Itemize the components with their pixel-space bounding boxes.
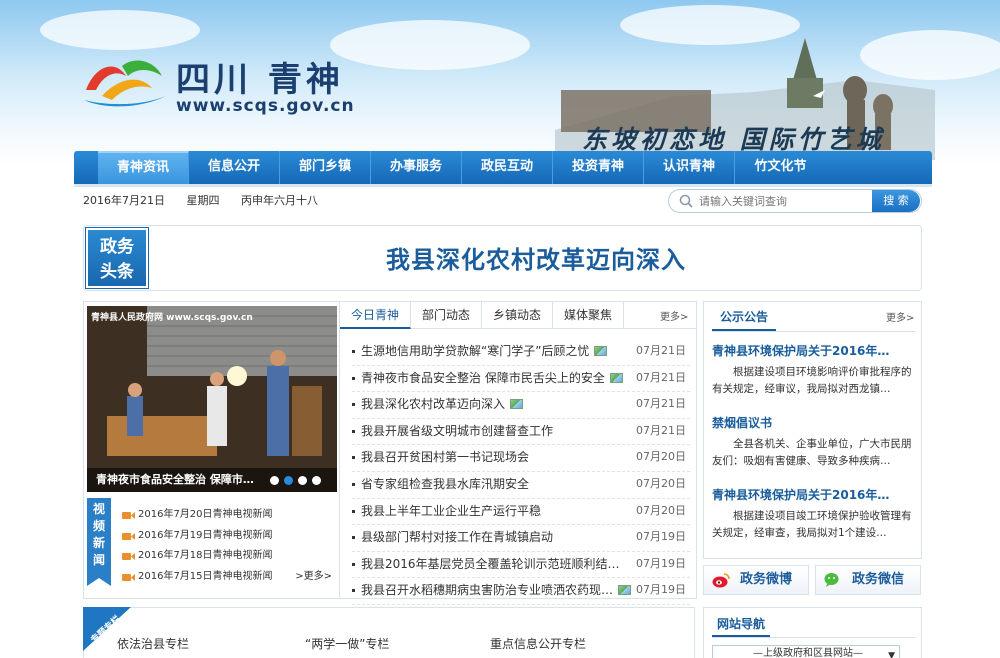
notice-item-body: 全县各机关、企事业单位，广大市民朋友们：吸烟有害健康、导致多种疾病…: [712, 438, 912, 467]
weixin-button[interactable]: 政务微信: [815, 565, 921, 595]
image-icon: [594, 346, 608, 356]
weibo-button[interactable]: 政务微博: [703, 565, 809, 595]
slider-dot-3[interactable]: [298, 476, 307, 485]
site-logo-icon[interactable]: [82, 56, 168, 108]
current-weekday: 星期四: [186, 194, 220, 207]
news-list: 生源地信用助学贷款解“寒门学子”后顾之忧 07月21日 青神夜市食品安全整治 保障…: [352, 339, 690, 605]
news-photo-slider[interactable]: 青神县人民政府网 www.scqs.gov.cn 青神夜市食品安全整治 保障市…: [87, 306, 337, 492]
video-icon: [122, 532, 135, 540]
site-nav-divider: [712, 637, 915, 638]
search-input[interactable]: [699, 192, 869, 210]
special-link-two-studies[interactable]: “两学一做”专栏: [305, 635, 389, 652]
news-item[interactable]: 我县上半年工业企业生产运行平稳 07月20日: [352, 499, 690, 526]
notice-item-title[interactable]: 青神县环境保护局关于2016年…: [712, 486, 915, 504]
notice-item-title[interactable]: 青神县环境保护局关于2016年…: [712, 342, 915, 360]
list-item[interactable]: 2016年7月19日青神电视新闻: [116, 526, 336, 547]
cloud-decoration: [40, 10, 200, 50]
site-name[interactable]: 四川 青神: [176, 52, 344, 101]
gov-headline-badge: 政务 头条: [85, 227, 149, 289]
notice-item: 禁烟倡议书 全县各机关、企事业单位，广大市民朋友们：吸烟有害健康、导致多种疾病…: [712, 414, 915, 470]
notice-more-link[interactable]: 更多>: [886, 309, 914, 324]
tab-media-focus[interactable]: 媒体聚焦: [553, 302, 625, 329]
news-item[interactable]: 县级部门帮村对接工作在青城镇启动 07月19日: [352, 525, 690, 552]
list-item[interactable]: 2016年7月20日青神电视新闻: [116, 505, 336, 526]
list-item[interactable]: 2016年7月15日青神电视新闻 >更多>: [116, 567, 336, 588]
nav-item-departments[interactable]: 部门乡镇: [280, 151, 371, 184]
video-news-list: 2016年7月20日青神电视新闻 2016年7月19日青神电视新闻 2016年7…: [116, 505, 336, 587]
nav-item-bamboo-festival[interactable]: 竹文化节: [735, 151, 826, 184]
nav-item-interaction[interactable]: 政民互动: [462, 151, 553, 184]
news-photo-image: [87, 306, 337, 492]
notice-item-body: 根据建设项目环境影响评价审批程序的有关规定，经审议，我局拟对西龙镇…: [712, 366, 912, 395]
lunar-date: 丙申年六月十八: [241, 194, 318, 207]
video-icon: [122, 553, 135, 560]
news-item[interactable]: 我县召开水稻穗期病虫害防治专业喷洒农药现… 07月19日: [352, 578, 690, 605]
weibo-icon: [712, 573, 730, 588]
date-bar: 2016年7月21日 星期四 丙申年六月十八: [83, 192, 336, 208]
video-more-link[interactable]: >更多>: [295, 567, 332, 588]
cloud-decoration: [330, 20, 530, 70]
news-item[interactable]: 生源地信用助学贷款解“寒门学子”后顾之忧 07月21日: [352, 339, 690, 366]
notice-divider: [712, 331, 915, 332]
video-icon: [122, 512, 135, 519]
notice-item: 青神县环境保护局关于2016年… 根据建设项目环境影响评价审批程序的有关规定，经…: [712, 342, 915, 398]
photo-watermark: 青神县人民政府网 www.scqs.gov.cn: [91, 313, 253, 323]
news-item[interactable]: 我县开展省级文明城市创建督查工作 07月21日: [352, 419, 690, 446]
notice-item-title[interactable]: 禁烟倡议书: [712, 414, 915, 432]
news-item[interactable]: 我县2016年基层党员全覆盖轮训示范班顺利结… 07月19日: [352, 552, 690, 579]
tab-today-qingshen[interactable]: 今日青神: [340, 302, 412, 329]
badge-line-2: 头条: [100, 262, 134, 282]
special-link-rule-of-law[interactable]: 依法治县专栏: [117, 635, 189, 652]
news-item[interactable]: 我县召开贫困村第一书记现场会 07月20日: [352, 445, 690, 472]
list-item[interactable]: 2016年7月18日青神电视新闻: [116, 546, 336, 567]
notice-title[interactable]: 公示公告: [712, 306, 776, 331]
news-item[interactable]: 省专家组检查我县水库汛期安全 07月20日: [352, 472, 690, 499]
video-tab-label: 视频新闻: [93, 502, 106, 567]
tab-township-news[interactable]: 乡镇动态: [482, 302, 554, 329]
nav-item-news[interactable]: 青神资讯: [98, 151, 189, 184]
slider-dot-4[interactable]: [312, 476, 321, 485]
wechat-icon: [824, 573, 839, 587]
slider-dot-1[interactable]: [270, 476, 279, 485]
search-icon: [679, 194, 693, 208]
chevron-down-icon: ▼: [888, 651, 895, 658]
image-icon: [609, 372, 623, 383]
site-nav-title: 网站导航: [712, 613, 770, 637]
special-link-key-info[interactable]: 重点信息公开专栏: [490, 635, 586, 652]
headline-title[interactable]: 我县深化农村改革迈向深入: [150, 240, 922, 275]
news-more-link[interactable]: 更多>: [660, 308, 688, 323]
tab-department-news[interactable]: 部门动态: [411, 302, 483, 329]
nav-shadow: [74, 184, 932, 187]
current-date: 2016年7月21日: [83, 194, 165, 207]
video-news-tab[interactable]: 视频新闻: [87, 498, 111, 586]
nav-item-investment[interactable]: 投资青神: [553, 151, 644, 184]
nav-item-about[interactable]: 认识青神: [644, 151, 735, 184]
nav-item-info-disclosure[interactable]: 信息公开: [189, 151, 280, 184]
news-tabs: 今日青神 部门动态 乡镇动态 媒体聚焦: [340, 302, 696, 329]
search-button[interactable]: 搜 索: [872, 190, 920, 212]
video-icon: [122, 573, 135, 581]
main-nav: 青神资讯 信息公开 部门乡镇 办事服务 政民互动 投资青神 认识青神 竹文化节: [74, 151, 932, 184]
header-banner: 四川 青神 www.scqs.gov.cn 东坡初恋地 国际竹艺城: [0, 0, 1000, 165]
weibo-label: 政务微博: [740, 572, 793, 587]
slider-dot-2[interactable]: [284, 476, 293, 485]
site-nav-select[interactable]: —上级政府和区县网站— ▼: [712, 645, 900, 658]
image-icon: [618, 585, 632, 596]
notice-item: 青神县环境保护局关于2016年… 根据建设项目竣工环境保护验收管理有关规定，经审…: [712, 486, 915, 542]
nav-item-services[interactable]: 办事服务: [371, 151, 462, 184]
news-item[interactable]: 青神夜市食品安全整治 保障市民舌尖上的安全 07月21日: [352, 366, 690, 393]
badge-line-1: 政务: [100, 237, 134, 257]
image-icon: [510, 399, 524, 410]
weixin-label: 政务微信: [852, 572, 905, 587]
site-url[interactable]: www.scqs.gov.cn: [176, 96, 355, 116]
notice-item-body: 根据建设项目竣工环境保护验收管理有关规定，经审查，我局拟对1个建设…: [712, 510, 912, 539]
news-item[interactable]: 我县深化农村改革迈向深入 07月21日: [352, 392, 690, 419]
